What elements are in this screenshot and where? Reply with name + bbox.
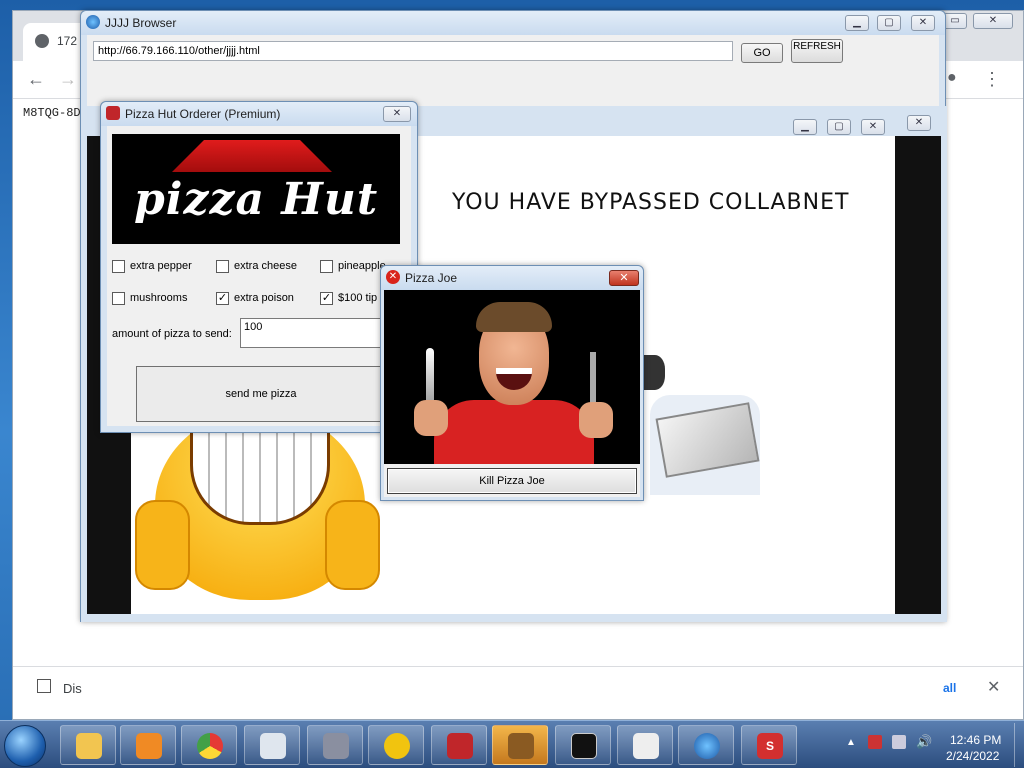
go-button[interactable]: GO [741, 43, 783, 63]
folder-icon [76, 733, 102, 759]
globe-icon [86, 15, 100, 29]
taskbar-chrome[interactable] [181, 725, 237, 765]
checkbox[interactable] [216, 260, 229, 273]
joe-hair [476, 302, 552, 332]
flag-icon[interactable] [868, 735, 882, 749]
thumb-left [135, 500, 190, 590]
show-all-link[interactable]: all [943, 681, 956, 695]
checkbox-checked[interactable]: ✓ [216, 292, 229, 305]
chrome-window-controls: ▭ ✕ [943, 11, 1023, 33]
close-icon[interactable]: ✕ [861, 119, 885, 135]
orderer-titlebar[interactable]: Pizza Hut Orderer (Premium) ✕ [101, 102, 417, 126]
doctor-tablet-image [640, 355, 770, 500]
chrome-icon [197, 733, 223, 759]
menu-kebab-icon[interactable]: ⋮ [983, 69, 1001, 90]
refresh-button[interactable]: REFRESH [791, 39, 843, 63]
taskbar-window[interactable] [244, 725, 300, 765]
pizza-hut-roof-icon [172, 140, 332, 172]
error-icon: ✕ [386, 270, 400, 284]
system-tray: ▲ 🔊 12:46 PM 2/24/2022 [840, 721, 1024, 768]
orderer-body: pizza Hut extra pepper extra cheese pine… [107, 126, 411, 426]
globe-icon [35, 34, 49, 48]
thumbs-up-smiley-image [135, 410, 385, 600]
maximize-icon[interactable]: ▢ [877, 15, 901, 31]
file-icon [37, 679, 51, 693]
java-icon [633, 733, 659, 759]
computer-icon [323, 733, 349, 759]
show-hidden-icons-icon[interactable]: ▲ [846, 737, 856, 748]
checkbox[interactable] [112, 260, 125, 273]
window-icon [260, 733, 286, 759]
pizza-hut-logo-text: pizza Hut [134, 174, 379, 225]
back-arrow-icon[interactable]: ← [27, 69, 45, 90]
close-icon[interactable]: ✕ [911, 15, 935, 31]
taskbar-cmd[interactable] [555, 725, 611, 765]
volume-icon[interactable]: 🔊 [916, 734, 932, 750]
taskbar-phone[interactable] [431, 725, 487, 765]
joe-hand-right [579, 402, 613, 438]
amount-label: amount of pizza to send: [112, 328, 232, 340]
checkbox-checked[interactable]: ✓ [320, 292, 333, 305]
amount-input[interactable]: 100 [240, 318, 400, 348]
close-icon[interactable]: ✕ [609, 270, 639, 286]
minimize-icon[interactable]: ▁ [845, 15, 869, 31]
pizza-joe-titlebar[interactable]: ✕ Pizza Joe ✕ [381, 266, 643, 290]
maximize-icon[interactable]: ▢ [827, 119, 851, 135]
cmd-icon [571, 733, 597, 759]
taskbar-package[interactable] [492, 725, 548, 765]
send-pizza-button[interactable]: send me pizza [136, 366, 386, 422]
restore-icon[interactable]: ▭ [943, 13, 967, 29]
phone-icon [106, 106, 120, 120]
taskbar-explorer[interactable] [60, 725, 116, 765]
taskbar-stethoscope[interactable] [368, 725, 424, 765]
download-item-text[interactable]: Dis [63, 681, 82, 696]
thumb-right [325, 500, 380, 590]
network-icon[interactable] [892, 735, 906, 749]
globe-icon [694, 733, 720, 759]
clock-time[interactable]: 12:46 PM [950, 733, 1001, 747]
phone-icon [447, 733, 473, 759]
download-bar: Dis all ✕ [13, 666, 1023, 718]
checkbox[interactable] [320, 260, 333, 273]
kill-pizza-joe-button[interactable]: Kill Pizza Joe [387, 468, 637, 494]
fork-icon [590, 352, 596, 408]
stethoscope-icon [384, 733, 410, 759]
jjjj-titlebar[interactable]: JJJJ Browser ▁ ▢ ✕ [81, 11, 945, 35]
knife-icon [426, 348, 434, 408]
taskbar-s-app[interactable]: S [741, 725, 797, 765]
taskbar-computer[interactable] [307, 725, 363, 765]
clock-date[interactable]: 2/24/2022 [946, 749, 999, 763]
url-input[interactable]: http://66.79.166.110/other/jjjj.html [93, 41, 733, 61]
close-icon[interactable]: ✕ [907, 115, 931, 131]
s-app-icon: S [757, 733, 783, 759]
joe-hand-left [414, 400, 448, 436]
pizza-joe-photo [384, 290, 640, 464]
checkbox[interactable] [112, 292, 125, 305]
taskbar: S ▲ 🔊 12:46 PM 2/24/2022 [0, 720, 1024, 768]
page-heading: YOU HAVE BYPASSED COLLABNET [452, 190, 850, 215]
package-icon [508, 733, 534, 759]
pizza-hut-logo: pizza Hut [112, 134, 400, 244]
forward-arrow-icon[interactable]: → [59, 69, 77, 90]
start-button[interactable] [4, 725, 46, 767]
joe-shirt [434, 400, 594, 464]
taskbar-globe[interactable] [678, 725, 734, 765]
taskbar-media-player[interactable] [120, 725, 176, 765]
minimize-icon[interactable]: ▁ [793, 119, 817, 135]
close-icon[interactable]: ✕ [973, 13, 1013, 29]
pizza-hut-orderer-window: Pizza Hut Orderer (Premium) ✕ pizza Hut … [100, 101, 418, 433]
show-desktop-button[interactable] [1014, 723, 1024, 767]
pizza-joe-title: Pizza Joe [405, 271, 458, 285]
close-icon[interactable]: ✕ [383, 106, 411, 122]
pizza-joe-window: ✕ Pizza Joe ✕ Kill Pizza Joe [380, 265, 644, 501]
jjjj-title: JJJJ Browser [105, 16, 177, 30]
chrome-tab-title: 172 [57, 34, 78, 48]
profile-icon[interactable]: ● [947, 69, 957, 87]
close-icon[interactable]: ✕ [987, 677, 1000, 697]
orderer-title: Pizza Hut Orderer (Premium) [125, 107, 281, 121]
taskbar-java[interactable] [617, 725, 673, 765]
chrome-content-text: M8TQG-8D [23, 106, 81, 120]
pizza-joe-body: Kill Pizza Joe [384, 290, 640, 497]
media-player-icon [136, 733, 162, 759]
